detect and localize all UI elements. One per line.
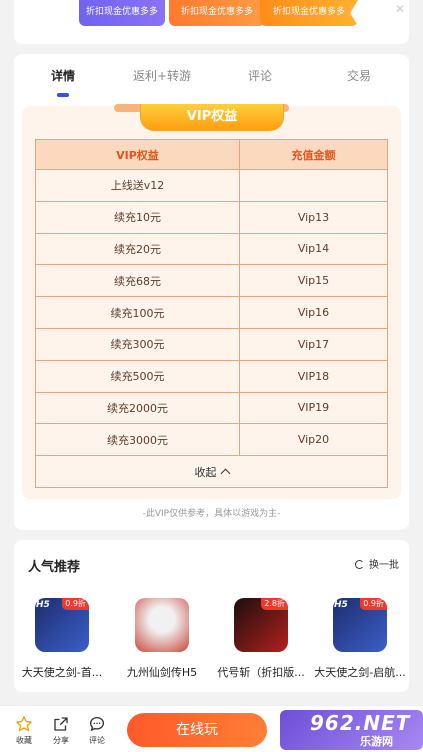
table-cell: Vip13	[238, 200, 389, 234]
table-cell: 续充100元	[35, 296, 240, 329]
table-cell: 上线送v12	[35, 169, 240, 202]
vip-title-badge: VIP权益	[140, 104, 284, 131]
table-cell: Vip20	[238, 423, 389, 457]
game-name: 大天使之剑-首...	[21, 666, 103, 679]
vip-disclaimer: -此VIP仅供参考，具体以游戏为主-	[142, 509, 281, 519]
vip-table: VIP权益 充值金额 上线送v12 续充10元 Vip13 续充20元 Vip14 …	[35, 139, 389, 488]
table-header: 充值金额	[238, 139, 389, 170]
table-cell: 续充20元	[35, 232, 240, 266]
discount-badge: 2.8折	[261, 598, 288, 610]
table-cell: 续充300元	[35, 327, 240, 361]
table-cell: Vip14	[238, 232, 389, 266]
game-name: 代号斩（折扣版...	[217, 666, 305, 679]
comment-label: 评论	[89, 736, 105, 745]
star-icon	[16, 716, 32, 732]
favorite-button[interactable]: 收藏	[7, 715, 41, 746]
tab-trade[interactable]: 交易	[319, 67, 399, 84]
game-name: 大天使之剑-启航...	[314, 666, 406, 679]
h5-label: H5	[36, 600, 50, 610]
promo-tag[interactable]: 折扣现金优惠多多	[79, 0, 165, 26]
table-cell: 续充500元	[35, 359, 240, 393]
game-icon: 2.8折	[234, 598, 288, 652]
play-online-button[interactable]: 在线玩	[127, 713, 267, 747]
table-row: 续充68元 Vip15	[35, 264, 389, 298]
collapse-button[interactable]: 收起	[35, 455, 388, 488]
close-icon[interactable]: ✕	[395, 2, 405, 16]
tab-rebate[interactable]: 返利+转游	[122, 67, 202, 84]
game-item[interactable]: 2.8折 代号斩（折扣版...	[215, 598, 307, 680]
active-tab-indicator	[57, 93, 69, 97]
table-cell: 续充68元	[35, 264, 240, 298]
tab-details[interactable]: 详情	[23, 67, 103, 84]
site-watermark: 962.NET 乐游网	[280, 710, 423, 750]
discount-badge: 0.9折	[62, 598, 89, 610]
promo-tag[interactable]: 折扣现金优惠多多	[260, 0, 358, 26]
table-cell	[238, 169, 389, 202]
table-row: 续充300元 Vip17	[35, 327, 389, 361]
share-label: 分享	[53, 736, 69, 745]
table-header: VIP权益	[35, 139, 240, 170]
table-row: 续充100元 Vip16	[35, 296, 389, 329]
recommend-card: 人气推荐 换一批 H5 0.9折 大天使之剑-首... 九州仙剑传H5 2.8折…	[14, 540, 409, 692]
table-cell: Vip15	[238, 264, 389, 298]
table-cell: 续充2000元	[35, 391, 240, 425]
bottom-action-bar: 收藏 分享 评论 在线玩 962.NET 乐游网	[0, 705, 423, 752]
refresh-icon	[355, 560, 364, 569]
watermark-subtitle: 乐游网	[360, 735, 393, 748]
table-row: 上线送v12	[35, 169, 389, 202]
game-icon: H5 0.9折	[333, 598, 387, 652]
refresh-label: 换一批	[369, 560, 399, 571]
game-item[interactable]: 九州仙剑传H5	[116, 598, 208, 680]
table-row: 续充10元 Vip13	[35, 200, 389, 234]
tab-bar: 详情 返利+转游 评论 交易	[14, 54, 409, 98]
favorite-label: 收藏	[16, 736, 32, 745]
table-row: 续充2000元 VIP19	[35, 391, 389, 425]
game-name: 九州仙剑传H5	[126, 666, 198, 679]
tab-comments[interactable]: 评论	[220, 67, 300, 84]
section-title: 人气推荐	[28, 560, 81, 575]
share-icon	[54, 717, 68, 731]
chevron-up-icon	[220, 468, 230, 479]
game-icon: H5 0.9折	[35, 598, 89, 652]
game-icon	[135, 598, 189, 652]
watermark-logo: 962.NET	[310, 711, 411, 735]
refresh-button[interactable]: 换一批	[355, 556, 399, 571]
game-item[interactable]: H5 0.9折 大天使之剑-首...	[16, 598, 108, 680]
collapse-row: 收起	[35, 455, 388, 488]
table-cell: Vip16	[238, 296, 389, 329]
table-row: 续充3000元 Vip20	[35, 423, 389, 457]
discount-badge: 0.9折	[360, 598, 387, 610]
table-cell: Vip17	[238, 327, 389, 361]
promo-tag[interactable]: 折扣现金优惠多多	[169, 0, 265, 26]
share-button[interactable]: 分享	[44, 715, 78, 746]
h5-label: H5	[334, 600, 348, 610]
comment-button[interactable]: 评论	[80, 715, 114, 746]
comment-icon	[89, 716, 105, 732]
promo-card: 折扣现金优惠多多 折扣现金优惠多多 折扣现金优惠多多 ✕	[14, 0, 409, 44]
table-cell: 续充10元	[35, 200, 240, 234]
table-row: 续充500元 VIP18	[35, 359, 389, 393]
table-cell: 续充3000元	[35, 423, 240, 457]
game-item[interactable]: H5 0.9折 大天使之剑-启航...	[314, 598, 406, 680]
table-cell: VIP18	[238, 359, 389, 393]
collapse-label: 收起	[194, 465, 217, 479]
table-row: 续充20元 Vip14	[35, 232, 389, 266]
table-cell: VIP19	[238, 391, 389, 425]
detail-card: 详情 返利+转游 评论 交易 VIP权益 VIP权益 充值金额 上线送v12 续…	[14, 54, 409, 530]
